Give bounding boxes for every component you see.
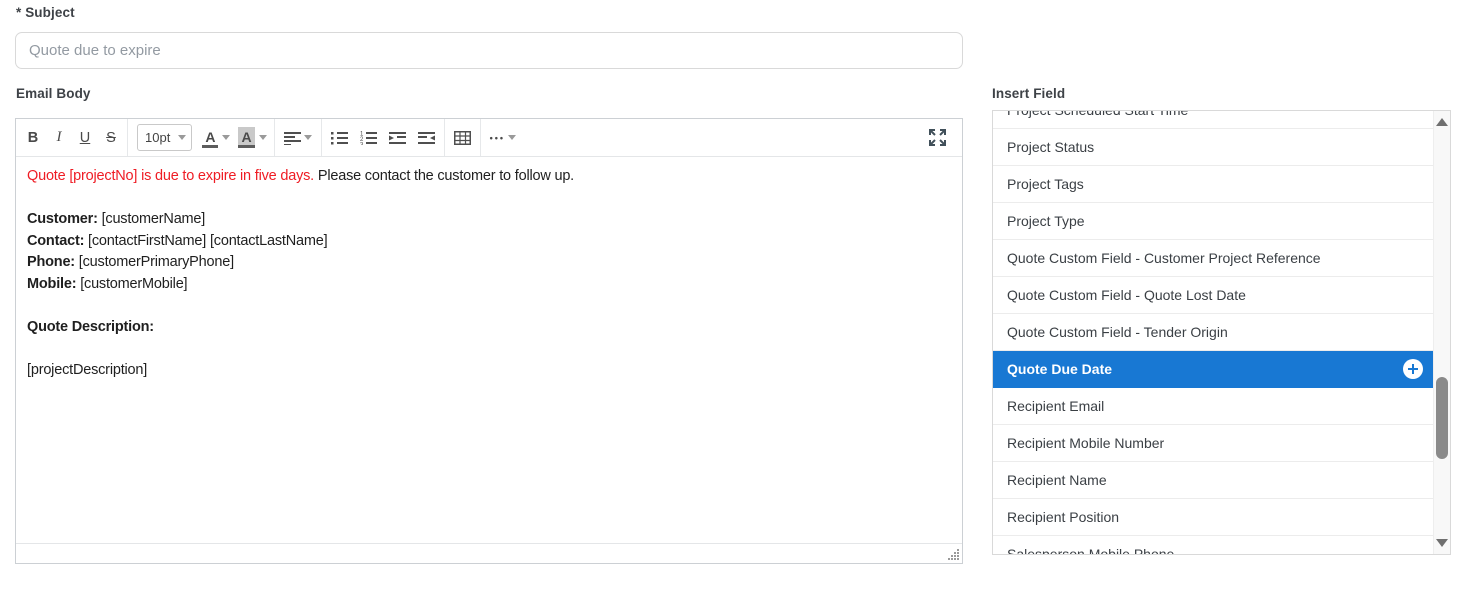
list-item[interactable]: Project Tags (993, 166, 1433, 203)
list-item[interactable]: Quote Custom Field - Tender Origin (993, 314, 1433, 351)
outdent-icon (418, 131, 435, 145)
scrollbar-thumb[interactable] (1436, 377, 1448, 459)
italic-button[interactable]: I (46, 119, 72, 156)
toolbar-separator (127, 119, 128, 156)
fullscreen-icon (929, 129, 946, 146)
more-options-button[interactable]: ••• (484, 119, 522, 156)
list-scrollbar[interactable] (1433, 111, 1450, 554)
email-body-content[interactable]: Quote [projectNo] is due to expire in fi… (16, 158, 962, 542)
toolbar-separator (321, 119, 322, 156)
svg-text:3: 3 (360, 142, 364, 145)
background-color-button[interactable]: A (234, 127, 270, 148)
scroll-up-icon[interactable] (1436, 118, 1448, 126)
scroll-down-icon[interactable] (1436, 539, 1448, 547)
background-color-letter: A (238, 127, 254, 148)
list-item[interactable]: Quote Custom Field - Quote Lost Date (993, 277, 1433, 314)
insert-field-label: Insert Field (992, 86, 1065, 101)
toolbar-separator (274, 119, 275, 156)
fullscreen-button[interactable] (923, 119, 952, 156)
unordered-list-icon (331, 131, 348, 145)
text-color-letter: A (202, 127, 218, 148)
blank-line (27, 188, 951, 210)
bold-button[interactable]: B (20, 119, 46, 156)
more-dots: ••• (490, 133, 505, 143)
list-item[interactable]: Quote Custom Field - Customer Project Re… (993, 240, 1433, 277)
body-alert-line: Quote [projectNo] is due to expire in fi… (27, 166, 951, 188)
insert-field-panel: Project Scheduled Start Time Project Sta… (992, 110, 1451, 555)
alert-rest: Please contact the customer to follow up… (318, 168, 574, 184)
list-item[interactable]: Recipient Email (993, 388, 1433, 425)
text-color-button[interactable]: A (198, 127, 234, 148)
alert-text: Quote [projectNo] is due to expire in fi… (27, 168, 314, 184)
unordered-list-button[interactable] (325, 119, 354, 156)
editor-toolbar: B I U S 10pt A A (16, 119, 962, 157)
ordered-list-button[interactable]: 1 2 3 (354, 119, 383, 156)
editor-statusbar (16, 543, 962, 563)
subject-label: * Subject (16, 5, 75, 20)
toolbar-separator (480, 119, 481, 156)
list-item[interactable]: Project Scheduled Start Time (993, 111, 1433, 129)
toolbar-separator (444, 119, 445, 156)
body-field-line: Phone: [customerPrimaryPhone] (27, 252, 951, 274)
table-icon (454, 131, 471, 145)
ordered-list-icon: 1 2 3 (360, 131, 377, 145)
underline-button[interactable]: U (72, 119, 98, 156)
table-button[interactable] (448, 119, 477, 156)
list-item-selected[interactable]: Quote Due Date (993, 351, 1433, 388)
outdent-button[interactable] (412, 119, 441, 156)
body-field-line: Customer: [customerName] (27, 209, 951, 231)
list-item[interactable]: Recipient Position (993, 499, 1433, 536)
strikethrough-button[interactable]: S (98, 119, 124, 156)
list-item[interactable]: Salesperson Mobile Phone (993, 536, 1433, 554)
caret-down-icon (508, 135, 516, 140)
align-button[interactable] (278, 119, 318, 156)
font-size-value: 10pt (145, 130, 170, 145)
email-body-editor: B I U S 10pt A A (15, 118, 963, 564)
body-description-label: Quote Description: (27, 317, 951, 339)
list-item[interactable]: Project Status (993, 129, 1433, 166)
align-left-icon (284, 131, 301, 145)
body-field-line: Mobile: [customerMobile] (27, 274, 951, 296)
caret-down-icon (304, 135, 312, 140)
indent-button[interactable] (383, 119, 412, 156)
indent-icon (389, 131, 406, 145)
add-field-icon[interactable] (1403, 359, 1423, 379)
subject-input[interactable] (15, 32, 963, 69)
resize-grip[interactable] (947, 548, 960, 561)
body-description-value: [projectDescription] (27, 360, 951, 382)
font-size-select[interactable]: 10pt (137, 124, 192, 151)
caret-down-icon (259, 135, 267, 140)
list-item[interactable]: Project Type (993, 203, 1433, 240)
blank-line (27, 295, 951, 317)
caret-down-icon (178, 135, 186, 140)
body-field-line: Contact: [contactFirstName] [contactLast… (27, 231, 951, 253)
list-item[interactable]: Recipient Mobile Number (993, 425, 1433, 462)
blank-line (27, 338, 951, 360)
insert-field-list: Project Scheduled Start Time Project Sta… (993, 111, 1433, 554)
email-body-label: Email Body (16, 86, 91, 101)
list-item[interactable]: Recipient Name (993, 462, 1433, 499)
caret-down-icon (222, 135, 230, 140)
